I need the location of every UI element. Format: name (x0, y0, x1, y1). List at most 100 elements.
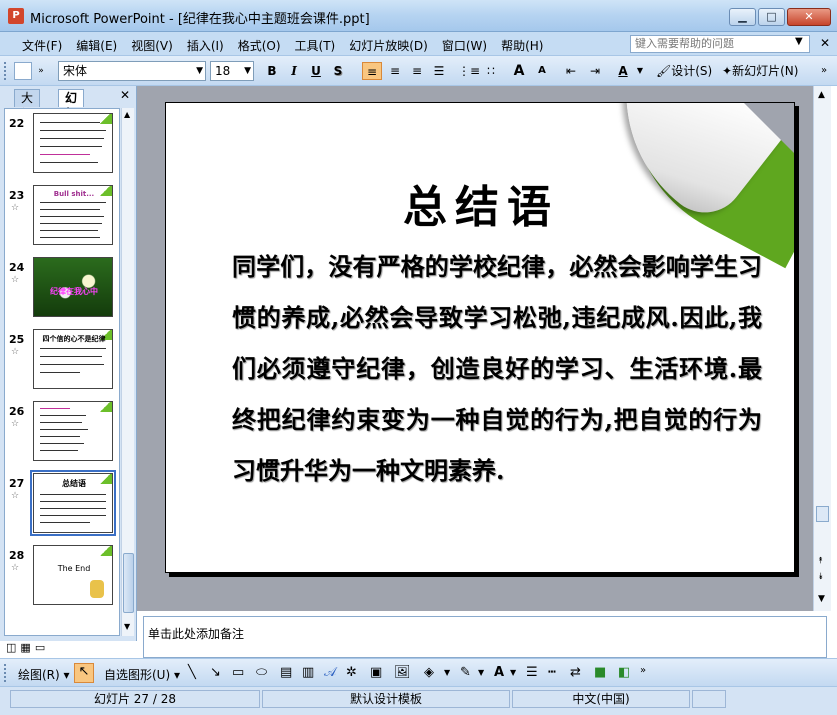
justify-icon[interactable]: ☰ (430, 62, 448, 80)
thumb-title: Bull shit... (53, 190, 95, 198)
slide-thumb-28[interactable]: 28 ☆ The End (5, 543, 119, 611)
slide-thumb-25[interactable]: 25 ☆ 四个信的心不是纪律 (5, 327, 119, 395)
fill-color-icon[interactable]: ◈ (424, 665, 434, 680)
thumb-title: 总结语 (62, 479, 86, 488)
slide-sorter-icon[interactable]: ▦ (20, 641, 30, 654)
normal-view-icon[interactable]: ◫ (6, 641, 16, 654)
wordart-icon[interactable]: 𝒜 (324, 665, 336, 680)
design-button[interactable]: 🖌设计(S) (656, 62, 716, 80)
line-style-icon[interactable]: ☰ (526, 665, 538, 680)
toolbar-gripper[interactable] (4, 664, 7, 682)
slide-thumbnails: 22 23 ☆ Bull shit... 24 ☆ 纪律在我心中 25 ☆ 四个… (4, 108, 120, 636)
shrink-font-button[interactable]: A (534, 62, 550, 80)
shadow-button[interactable]: S (330, 62, 346, 80)
autoshapes-menu[interactable]: 自选图形(U) ▾ (104, 666, 180, 683)
draw-font-color-icon[interactable]: A (494, 665, 504, 680)
slide-title[interactable]: 总结语 (166, 171, 794, 235)
slideshow-view-icon[interactable]: ▭ (35, 641, 45, 654)
new-slide-button[interactable]: ✦新幻灯片(N) (722, 62, 808, 80)
line-color-icon[interactable]: ✎ (460, 665, 471, 680)
new-document-icon[interactable] (14, 62, 32, 80)
slide-scroll-thumb[interactable] (816, 506, 829, 522)
slide-thumb-23[interactable]: 23 ☆ Bull shit... (5, 183, 119, 251)
slide-body-text[interactable]: 同学们，没有严格的学校纪律，必然会影响学生习惯的养成,必然会导致学习松弛,违纪成… (232, 241, 762, 496)
oval-icon[interactable]: ⬭ (256, 665, 267, 680)
curl-graphic (98, 114, 112, 124)
toolbar-overflow-icon[interactable]: » (640, 665, 646, 676)
status-language: 中文(中国) (512, 690, 690, 708)
draw-font-color-dropdown-icon[interactable]: ▼ (510, 668, 516, 677)
menu-window[interactable]: 窗口(W) (442, 37, 487, 54)
menu-file[interactable]: 文件(F) (22, 37, 62, 54)
textbox-icon[interactable]: ▤ (280, 665, 292, 680)
dash-style-icon[interactable]: ┅ (548, 665, 556, 680)
previous-slide-icon[interactable]: ⯭ (818, 556, 823, 566)
bullet-list-icon[interactable]: ∷ (482, 62, 500, 80)
3d-style-icon[interactable]: ◧ (618, 665, 630, 680)
document-close-icon[interactable]: ✕ (820, 36, 830, 50)
shadow-style-icon[interactable]: ■ (594, 665, 606, 680)
menu-help[interactable]: 帮助(H) (501, 37, 543, 54)
grow-font-button[interactable]: A (510, 62, 528, 80)
font-name-select[interactable]: 宋体 ▼ (58, 61, 206, 81)
align-center-icon[interactable]: ≡ (386, 62, 404, 80)
fill-color-dropdown-icon[interactable]: ▼ (444, 668, 450, 677)
powerpoint-app-icon[interactable]: P (8, 8, 24, 24)
align-right-icon[interactable]: ≡ (408, 62, 426, 80)
thumbnails-scrollbar[interactable]: ▲ ▼ (121, 108, 134, 636)
menu-view[interactable]: 视图(V) (131, 37, 173, 54)
minimize-button[interactable]: ▁ (729, 8, 756, 26)
draw-menu[interactable]: 绘图(R) ▾ (18, 666, 70, 683)
help-search-input[interactable]: 键入需要帮助的问题 (630, 35, 810, 53)
slide-scrollbar[interactable]: ▲ ⯭ ⯯ ▼ (813, 86, 831, 611)
scroll-up-icon[interactable]: ▲ (818, 90, 825, 100)
menu-insert[interactable]: 插入(I) (187, 37, 224, 54)
slide-number: 22 (9, 117, 25, 130)
scroll-thumb[interactable] (123, 553, 134, 613)
next-slide-icon[interactable]: ⯯ (818, 572, 823, 582)
tab-slides[interactable]: 幻灯片 (58, 89, 85, 137)
help-dropdown-icon[interactable]: ▼ (795, 36, 803, 47)
rectangle-icon[interactable]: ▭ (232, 665, 244, 680)
slide-thumb-27[interactable]: 27 ☆ 总结语 (5, 470, 119, 539)
menu-format[interactable]: 格式(O) (238, 37, 281, 54)
current-slide[interactable]: 总结语 同学们，没有严格的学校纪律，必然会影响学生习惯的养成,必然会导致学习松弛… (165, 102, 795, 573)
menu-tools[interactable]: 工具(T) (295, 37, 336, 54)
menu-edit[interactable]: 编辑(E) (76, 37, 117, 54)
close-window-button[interactable]: ✕ (787, 8, 831, 26)
diagram-icon[interactable]: ✲ (346, 665, 357, 680)
picture-icon[interactable]: 🖼 (394, 665, 411, 680)
font-color-dropdown-icon[interactable]: ▼ (636, 62, 644, 80)
clipart-icon[interactable]: ▣ (370, 665, 382, 680)
slide-thumb-24[interactable]: 24 ☆ 纪律在我心中 (5, 255, 119, 323)
arrow-style-icon[interactable]: ⇄ (570, 665, 581, 680)
decrease-indent-icon[interactable]: ⇤ (562, 62, 580, 80)
maximize-button[interactable]: □ (758, 8, 785, 26)
increase-indent-icon[interactable]: ⇥ (586, 62, 604, 80)
vertical-textbox-icon[interactable]: ▥ (302, 665, 314, 680)
title-bar: P Microsoft PowerPoint - [纪律在我心中主题班会课件.p… (0, 0, 837, 32)
font-size-select[interactable]: 18 ▼ (210, 61, 254, 81)
tab-outline[interactable]: 大纲 (14, 89, 41, 121)
font-color-button[interactable]: A (614, 62, 632, 80)
italic-button[interactable]: I (286, 62, 302, 80)
pane-close-icon[interactable]: ✕ (120, 88, 130, 102)
bold-button[interactable]: B (264, 62, 280, 80)
line-color-dropdown-icon[interactable]: ▼ (478, 668, 484, 677)
slide-thumb-22[interactable]: 22 (5, 111, 119, 179)
slide-thumb-26[interactable]: 26 ☆ (5, 399, 119, 467)
menu-slideshow[interactable]: 幻灯片放映(D) (349, 37, 428, 54)
select-pointer-icon[interactable]: ↖ (74, 663, 94, 683)
scroll-down-icon[interactable]: ▼ (818, 594, 825, 604)
notes-pane[interactable]: 单击此处添加备注 (143, 616, 827, 658)
arrow-icon[interactable]: ↘ (210, 665, 221, 680)
toolbar-gripper[interactable] (4, 62, 7, 80)
numbered-list-icon[interactable]: ⋮≡ (458, 62, 480, 80)
scroll-up-icon[interactable]: ▲ (124, 110, 130, 119)
underline-button[interactable]: U (308, 62, 324, 80)
align-left-icon[interactable]: ≡ (362, 62, 382, 80)
scroll-down-icon[interactable]: ▼ (124, 622, 130, 631)
line-icon[interactable]: ╲ (188, 665, 196, 680)
toolbar-options-icon[interactable]: » (36, 62, 46, 80)
toolbar-overflow-icon[interactable]: » (818, 62, 830, 80)
